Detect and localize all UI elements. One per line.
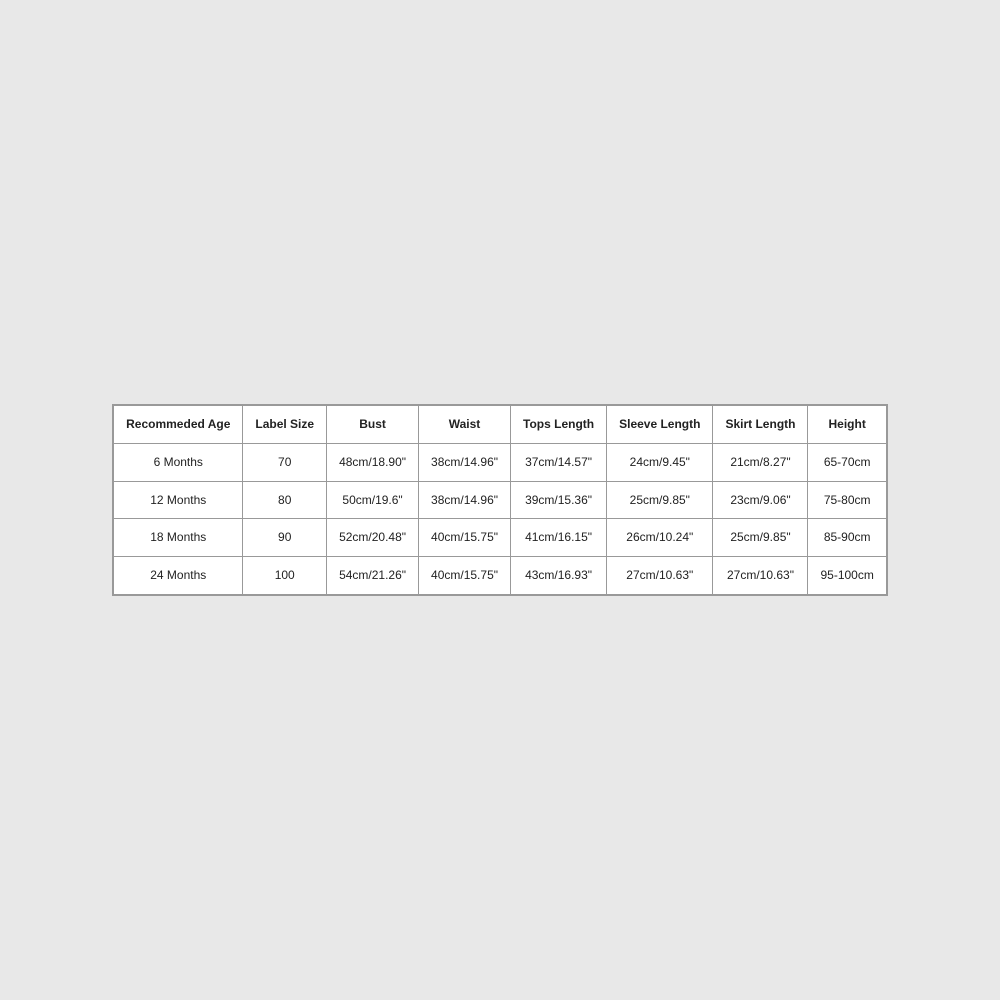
cell-height: 75-80cm <box>808 481 886 519</box>
size-chart-container: Recommeded Age Label Size Bust Waist Top… <box>112 404 888 596</box>
cell-label-size: 70 <box>243 443 327 481</box>
cell-height: 85-90cm <box>808 519 886 557</box>
cell-age: 24 Months <box>114 557 243 595</box>
cell-sleeve-length: 26cm/10.24" <box>607 519 713 557</box>
cell-skirt-length: 25cm/9.85" <box>713 519 808 557</box>
cell-label-size: 80 <box>243 481 327 519</box>
table-row: 6 Months7048cm/18.90"38cm/14.96"37cm/14.… <box>114 443 887 481</box>
cell-label-size: 90 <box>243 519 327 557</box>
cell-bust: 54cm/21.26" <box>327 557 419 595</box>
cell-bust: 50cm/19.6" <box>327 481 419 519</box>
cell-age: 18 Months <box>114 519 243 557</box>
table-header-row: Recommeded Age Label Size Bust Waist Top… <box>114 406 887 444</box>
cell-waist: 40cm/15.75" <box>419 557 511 595</box>
table-row: 12 Months8050cm/19.6"38cm/14.96"39cm/15.… <box>114 481 887 519</box>
col-header-waist: Waist <box>419 406 511 444</box>
cell-waist: 38cm/14.96" <box>419 443 511 481</box>
col-header-sleeve-length: Sleeve Length <box>607 406 713 444</box>
col-header-tops-length: Tops Length <box>511 406 607 444</box>
col-header-bust: Bust <box>327 406 419 444</box>
cell-height: 65-70cm <box>808 443 886 481</box>
table-row: 24 Months10054cm/21.26"40cm/15.75"43cm/1… <box>114 557 887 595</box>
page-wrapper: Recommeded Age Label Size Bust Waist Top… <box>0 0 1000 1000</box>
cell-tops-length: 41cm/16.15" <box>511 519 607 557</box>
cell-sleeve-length: 27cm/10.63" <box>607 557 713 595</box>
col-header-age: Recommeded Age <box>114 406 243 444</box>
cell-age: 12 Months <box>114 481 243 519</box>
cell-tops-length: 43cm/16.93" <box>511 557 607 595</box>
col-header-skirt-length: Skirt Length <box>713 406 808 444</box>
table-row: 18 Months9052cm/20.48"40cm/15.75"41cm/16… <box>114 519 887 557</box>
cell-bust: 48cm/18.90" <box>327 443 419 481</box>
cell-skirt-length: 21cm/8.27" <box>713 443 808 481</box>
cell-label-size: 100 <box>243 557 327 595</box>
cell-waist: 40cm/15.75" <box>419 519 511 557</box>
cell-tops-length: 37cm/14.57" <box>511 443 607 481</box>
size-chart-table: Recommeded Age Label Size Bust Waist Top… <box>113 405 887 595</box>
cell-skirt-length: 27cm/10.63" <box>713 557 808 595</box>
cell-age: 6 Months <box>114 443 243 481</box>
cell-waist: 38cm/14.96" <box>419 481 511 519</box>
cell-sleeve-length: 25cm/9.85" <box>607 481 713 519</box>
cell-tops-length: 39cm/15.36" <box>511 481 607 519</box>
col-header-label-size: Label Size <box>243 406 327 444</box>
cell-skirt-length: 23cm/9.06" <box>713 481 808 519</box>
col-header-height: Height <box>808 406 886 444</box>
cell-sleeve-length: 24cm/9.45" <box>607 443 713 481</box>
cell-bust: 52cm/20.48" <box>327 519 419 557</box>
cell-height: 95-100cm <box>808 557 886 595</box>
